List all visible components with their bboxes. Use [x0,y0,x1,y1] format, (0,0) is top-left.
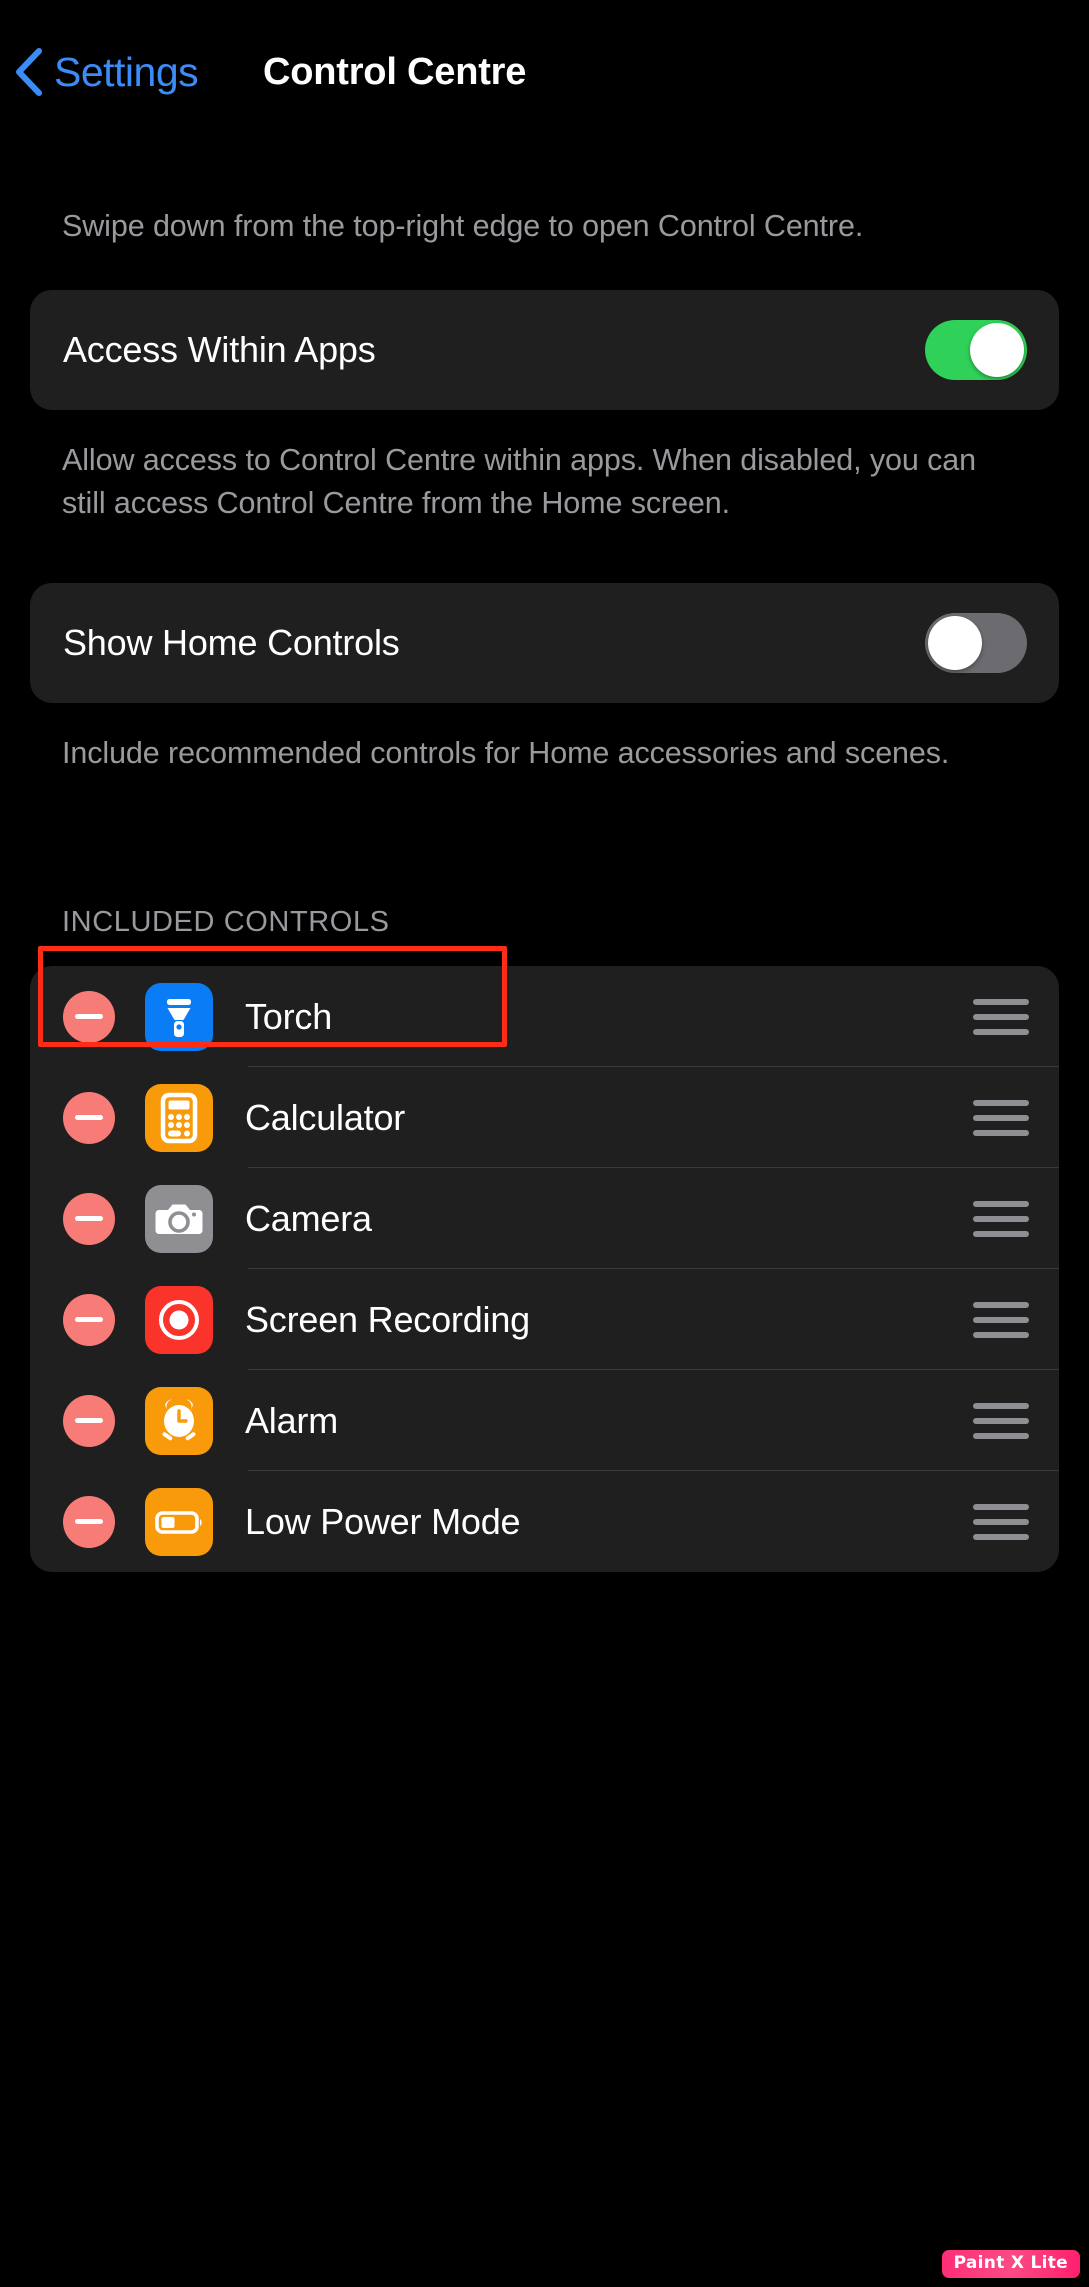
drag-handle-icon[interactable] [973,1099,1029,1136]
intro-note: Swipe down from the top-right edge to op… [62,209,864,243]
minus-circle-icon[interactable] [63,1495,115,1548]
control-row-camera[interactable]: Camera [30,1168,1059,1269]
back-label: Settings [54,48,199,95]
settings-content: Swipe down from the top-right edge to op… [0,145,1089,1572]
calculator-icon [145,1083,213,1152]
torch-icon [145,982,213,1051]
back-to-settings-button[interactable]: Settings [14,47,199,97]
page-title: Control Centre [263,51,527,93]
control-label: Camera [245,1197,372,1239]
control-row-screen-recording[interactable]: Screen Recording [30,1269,1059,1370]
chevron-left-icon [14,47,44,97]
access-within-apps-card: Access Within Apps [30,290,1059,410]
drag-handle-icon[interactable] [973,1402,1029,1439]
control-row-low-power-mode[interactable]: Low Power Mode [30,1471,1059,1572]
show-home-controls-label: Show Home Controls [63,622,400,663]
control-label: Low Power Mode [245,1500,521,1542]
toggle-knob [970,323,1024,377]
drag-handle-icon[interactable] [973,1503,1029,1540]
access-within-apps-row[interactable]: Access Within Apps [30,290,1059,410]
control-label: Torch [245,995,333,1037]
minus-circle-icon[interactable] [63,1192,115,1245]
included-controls-header: INCLUDED CONTROLS [62,906,390,938]
watermark-badge: Paint X Lite [941,2250,1080,2278]
access-within-apps-toggle[interactable] [925,320,1027,380]
alarm-clock-icon [145,1386,213,1455]
navigation-bar: Settings Control Centre [0,0,1089,145]
toggle-knob [928,616,982,670]
access-within-apps-footnote: Allow access to Control Centre within ap… [62,443,976,520]
drag-handle-icon[interactable] [973,1301,1029,1338]
show-home-controls-card: Show Home Controls [30,583,1059,703]
minus-circle-icon[interactable] [63,1091,115,1144]
control-label: Alarm [245,1399,339,1441]
control-row-alarm[interactable]: Alarm [30,1370,1059,1471]
access-within-apps-label: Access Within Apps [63,329,376,370]
drag-handle-icon[interactable] [973,1200,1029,1237]
show-home-controls-row[interactable]: Show Home Controls [30,583,1059,703]
included-controls-list: Torch Calculator Camera Screen Recording… [30,966,1059,1572]
control-label: Calculator [245,1096,406,1138]
control-row-torch[interactable]: Torch [30,966,1059,1067]
battery-low-icon [145,1487,213,1556]
minus-circle-icon[interactable] [63,990,115,1043]
control-label: Screen Recording [245,1298,530,1340]
drag-handle-icon[interactable] [973,998,1029,1035]
camera-icon [145,1184,213,1253]
screen-recording-icon [145,1285,213,1354]
minus-circle-icon[interactable] [63,1394,115,1447]
minus-circle-icon[interactable] [63,1293,115,1346]
control-row-calculator[interactable]: Calculator [30,1067,1059,1168]
show-home-controls-toggle[interactable] [925,613,1027,673]
show-home-controls-footnote: Include recommended controls for Home ac… [62,736,950,770]
